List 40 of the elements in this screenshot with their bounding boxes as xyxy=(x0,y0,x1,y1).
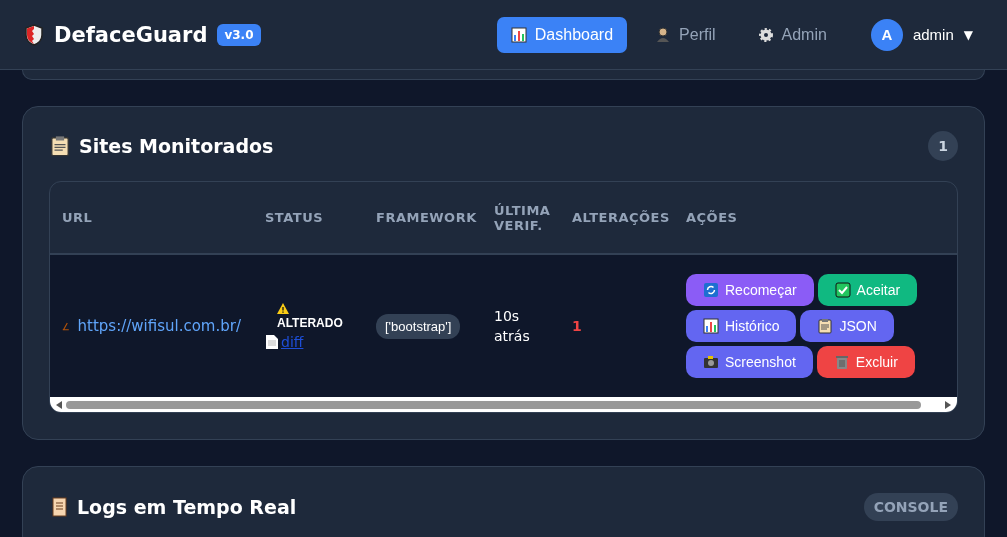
settings-icon xyxy=(757,26,774,43)
camera-icon xyxy=(703,354,719,370)
count-badge: 1 xyxy=(928,131,958,161)
version-badge: v3.0 xyxy=(217,23,261,46)
camera-button[interactable]: Screenshot xyxy=(686,346,813,378)
site-link[interactable]: https://wifisul.com.br/ xyxy=(77,317,241,335)
document-icon xyxy=(265,333,279,350)
chart-icon xyxy=(510,26,527,43)
scroll-left-icon[interactable] xyxy=(56,400,62,409)
scroll-icon xyxy=(49,496,69,518)
dropdown-caret[interactable]: ▼ xyxy=(963,27,973,42)
nav-link[interactable]: Perfil xyxy=(641,16,730,53)
horizontal-scrollbar[interactable] xyxy=(50,397,957,412)
clipboard-button[interactable]: JSON xyxy=(800,310,894,342)
user-avatar[interactable]: A xyxy=(870,18,903,51)
status-label: ALTERADO xyxy=(277,315,343,330)
card-title: Logs em Tempo Real xyxy=(77,496,297,518)
framework-tag: ['bootstrap'] xyxy=(376,313,461,339)
scroll-right-icon[interactable] xyxy=(945,400,951,409)
chart-icon xyxy=(703,318,719,334)
change-count: 1 xyxy=(572,318,582,334)
refresh-icon xyxy=(703,282,719,298)
app-title: DefaceGuard xyxy=(54,22,208,47)
warning-icon xyxy=(277,302,289,314)
person-icon xyxy=(655,26,672,43)
user-name[interactable]: admin xyxy=(912,26,954,43)
trash-icon xyxy=(833,354,850,370)
trash-button[interactable]: Excluir xyxy=(816,346,915,378)
card-title: Sites Monitorados xyxy=(79,135,274,157)
nav-link[interactable]: Admin xyxy=(743,16,841,53)
chart-button[interactable]: Histórico xyxy=(686,310,797,342)
check-icon xyxy=(834,282,851,298)
console-badge: CONSOLE xyxy=(863,493,958,521)
site-icon xyxy=(62,320,70,332)
clipboard-icon xyxy=(49,135,71,157)
shield-icon xyxy=(24,23,44,46)
refresh-button[interactable]: Recomeçar xyxy=(686,274,814,306)
clipboard-icon xyxy=(817,318,834,334)
nav-link[interactable]: Dashboard xyxy=(496,16,628,53)
last-check-time: 10s atrás xyxy=(494,308,530,344)
